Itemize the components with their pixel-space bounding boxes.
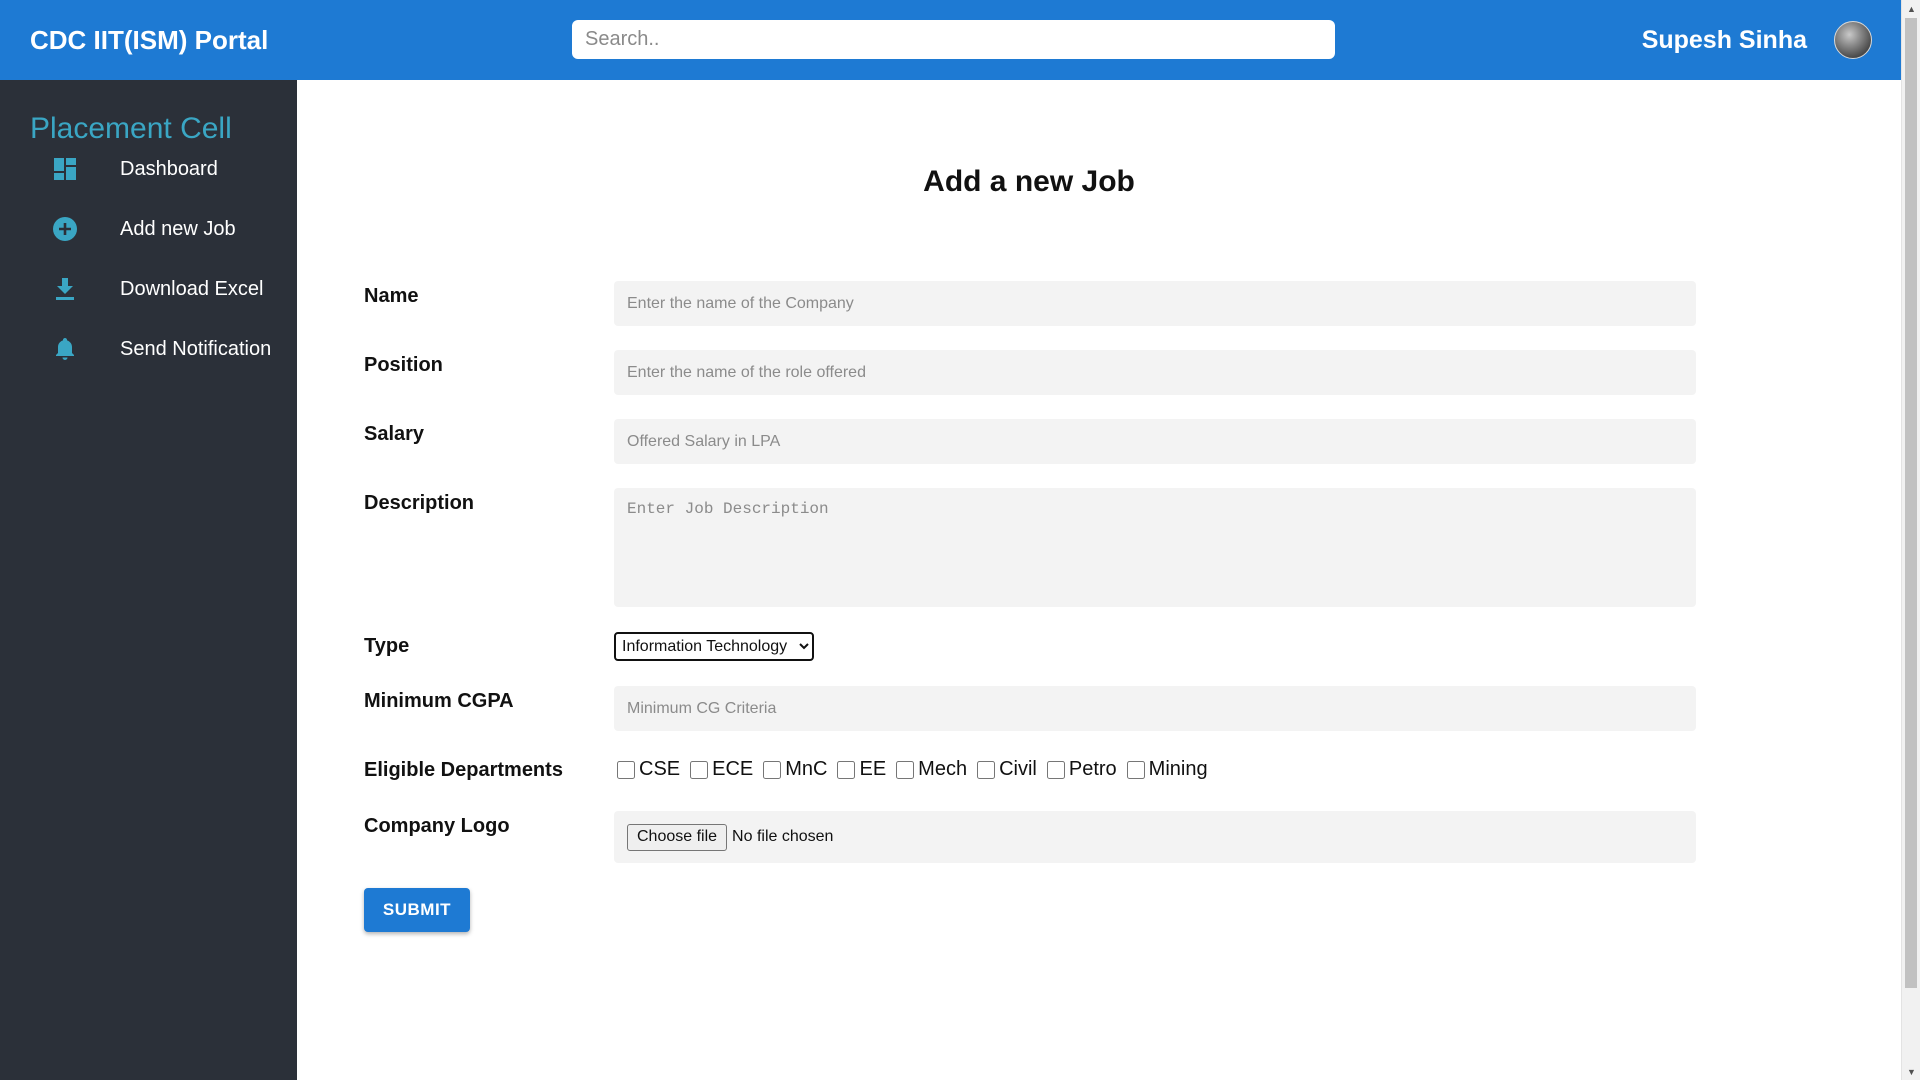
top-app-bar: CDC IIT(ISM) Portal Supesh Sinha — [0, 0, 1901, 80]
avatar[interactable] — [1834, 21, 1872, 59]
sidebar-item-dashboard[interactable]: Dashboard — [0, 139, 297, 199]
salary-label: Salary — [364, 423, 425, 445]
sidebar-item-label: Add new Job — [120, 217, 236, 240]
type-select[interactable]: Information Technology — [614, 632, 814, 661]
department-checkbox[interactable] — [837, 760, 856, 779]
departments-label: Eligible Departments — [364, 759, 563, 781]
min-cgpa-label: Minimum CGPA — [364, 690, 514, 712]
department-checkbox[interactable] — [1046, 760, 1065, 779]
choose-file-button[interactable]: Choose file — [627, 823, 728, 851]
description-label: Description — [364, 492, 475, 514]
sidebar-item-label: Send Notification — [120, 337, 272, 360]
company-logo-label: Company Logo — [364, 815, 510, 837]
dashboard-icon — [52, 156, 78, 182]
sidebar: Placement Cell Dashboard Add new Job Dow… — [0, 80, 297, 1080]
department-option-mnc[interactable]: MnC — [763, 758, 827, 781]
user-name: Supesh Sinha — [1641, 26, 1807, 54]
sidebar-item-send-notification[interactable]: Send Notification — [0, 319, 297, 379]
page-title: Add a new Job — [923, 165, 1135, 198]
salary-input[interactable] — [614, 419, 1696, 464]
department-option-mining[interactable]: Mining — [1126, 758, 1208, 781]
sidebar-item-label: Download Excel — [120, 277, 264, 300]
sidebar-item-download-excel[interactable]: Download Excel — [0, 259, 297, 319]
position-label: Position — [364, 354, 443, 376]
department-option-cse[interactable]: CSE — [617, 758, 680, 781]
scrollbar-thumb[interactable] — [1905, 18, 1917, 988]
file-status-text: No file chosen — [732, 828, 834, 845]
submit-button[interactable]: SUBMIT — [364, 888, 470, 932]
min-cgpa-input[interactable] — [614, 686, 1696, 731]
download-icon — [52, 276, 78, 302]
department-option-mech[interactable]: Mech — [896, 758, 967, 781]
type-label: Type — [364, 635, 410, 657]
department-checkbox[interactable] — [977, 760, 996, 779]
scroll-up-icon[interactable]: ▲ — [1902, 0, 1920, 17]
department-option-ee[interactable]: EE — [837, 758, 886, 781]
vertical-scrollbar[interactable]: ▲ ▼ — [1901, 0, 1920, 1080]
sidebar-item-add-new-job[interactable]: Add new Job — [0, 199, 297, 259]
department-option-ece[interactable]: ECE — [690, 758, 753, 781]
departments-checkbox-group: CSE ECE MnC EE Mech Civil Petro Mining — [617, 758, 1212, 781]
department-option-petro[interactable]: Petro — [1046, 758, 1117, 781]
app-brand[interactable]: CDC IIT(ISM) Portal — [30, 0, 268, 80]
department-checkbox[interactable] — [896, 760, 915, 779]
position-input[interactable] — [614, 350, 1696, 395]
department-checkbox[interactable] — [763, 760, 782, 779]
department-checkbox[interactable] — [690, 760, 709, 779]
department-option-civil[interactable]: Civil — [977, 758, 1037, 781]
sidebar-item-label: Dashboard — [120, 157, 218, 180]
name-label: Name — [364, 285, 419, 307]
scroll-down-icon[interactable]: ▼ — [1902, 1063, 1920, 1080]
bell-icon — [52, 336, 78, 362]
company-name-input[interactable] — [614, 281, 1696, 326]
department-checkbox[interactable] — [617, 760, 635, 779]
company-logo-file-input[interactable]: Choose file No file chosen — [614, 811, 1696, 863]
search-input[interactable] — [572, 20, 1335, 59]
department-checkbox[interactable] — [1126, 760, 1145, 779]
add-circle-icon — [52, 216, 78, 242]
description-textarea[interactable] — [614, 488, 1696, 607]
main-content: Add a new Job Name Position Salary Descr… — [297, 80, 1901, 1080]
